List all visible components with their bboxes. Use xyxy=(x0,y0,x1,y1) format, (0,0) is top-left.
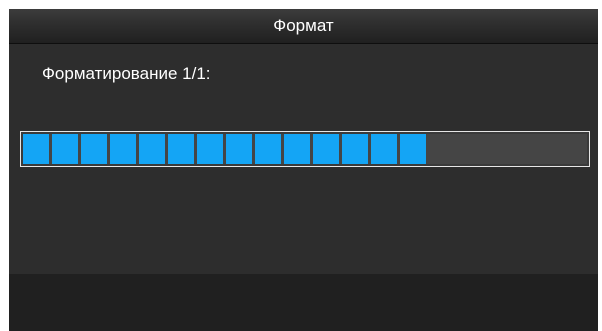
progress-segment xyxy=(400,134,426,164)
progress-segment xyxy=(52,134,78,164)
progress-segment xyxy=(342,134,368,164)
progress-segment xyxy=(284,134,310,164)
format-progress-bar xyxy=(20,131,590,167)
format-dialog: Формат Форматирование 1/1: xyxy=(9,9,598,331)
progress-segment xyxy=(139,134,165,164)
dialog-footer xyxy=(9,274,598,331)
progress-segment xyxy=(371,134,397,164)
progress-track xyxy=(23,134,587,164)
progress-segment xyxy=(313,134,339,164)
progress-segment xyxy=(168,134,194,164)
progress-segment xyxy=(226,134,252,164)
progress-segment xyxy=(255,134,281,164)
dialog-title: Формат xyxy=(273,16,334,35)
progress-fill xyxy=(23,134,426,164)
progress-segment xyxy=(23,134,49,164)
progress-segment xyxy=(197,134,223,164)
format-status-label: Форматирование 1/1: xyxy=(42,64,211,83)
progress-segment xyxy=(110,134,136,164)
title-bar: Формат xyxy=(9,9,598,44)
progress-segment xyxy=(81,134,107,164)
